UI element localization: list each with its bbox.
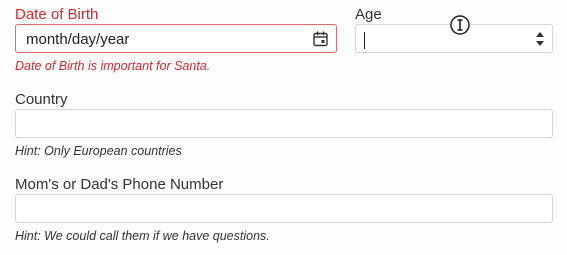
dob-label: Date of Birth [15,6,99,23]
phone-hint: Hint: We could call them if we have ques… [15,229,270,243]
country-hint: Hint: Only European countries [15,144,182,158]
country-label: Country [15,91,68,108]
country-input[interactable] [15,109,553,138]
phone-input[interactable] [15,194,553,223]
age-label: Age [355,6,382,23]
dob-error-message: Date of Birth is important for Santa. [15,59,211,73]
spinner-arrows-icon[interactable] [534,29,546,49]
calendar-icon[interactable] [313,31,328,47]
text-cursor-icon [450,15,470,35]
dob-placeholder: month/day/year [26,31,130,48]
text-caret [364,32,365,49]
phone-label: Mom's or Dad's Phone Number [15,176,224,193]
dob-input[interactable]: month/day/year [15,24,337,53]
